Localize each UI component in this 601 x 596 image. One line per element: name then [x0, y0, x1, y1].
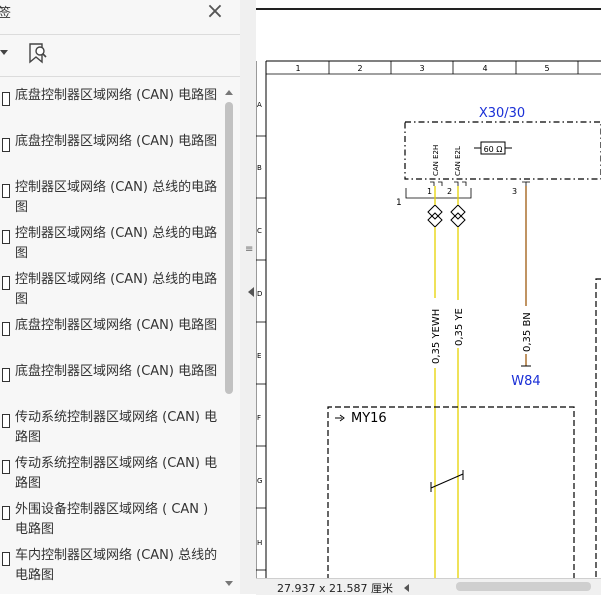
scroll-up-icon[interactable] — [225, 90, 233, 95]
close-icon[interactable]: × — [204, 1, 226, 24]
column-label: 1 — [295, 64, 300, 73]
bookmark-item[interactable]: 底盘控制器区域网络 (CAN) 电路图 — [0, 86, 222, 132]
bookmark-item[interactable]: 控制器区域网络 (CAN) 总线的电路图 — [0, 224, 222, 270]
bookmark-label: 控制器区域网络 (CAN) 总线的电路图 — [15, 272, 218, 307]
bookmark-item[interactable]: 底盘控制器区域网络 (CAN) 电路图 — [0, 132, 222, 178]
bookmark-item[interactable]: 底盘控制器区域网络 (CAN) 电路图 — [0, 362, 222, 408]
status-bar: 27.937 x 21.587 厘米 — [256, 578, 601, 595]
bookmark-icon — [2, 460, 10, 474]
row-label: H — [257, 539, 262, 547]
column-label: 3 — [419, 64, 424, 73]
scroll-left-icon[interactable] — [404, 584, 409, 592]
bookmarks-panel: 签 × 底盘控制器区域网络 (CAN) 电路图底盘控制器区域网络 (CAN) 电… — [0, 0, 241, 594]
resistor-label: 60 Ω — [484, 145, 503, 154]
panel-title: 签 — [0, 2, 11, 21]
pin-label: CAN E2H — [432, 145, 440, 176]
bookmark-label: 控制器区域网络 (CAN) 总线的电路图 — [15, 226, 218, 261]
bookmark-icon — [2, 276, 10, 290]
pin-number: 2 — [447, 187, 452, 196]
wire-label: 0,35 YE — [454, 308, 465, 346]
bookmark-icon — [2, 184, 10, 198]
row-label: D — [257, 290, 262, 298]
bookmark-scrollbar[interactable] — [222, 86, 236, 590]
row-label: C — [257, 227, 262, 235]
bookmark-icon — [2, 506, 10, 520]
bookmark-label: 底盘控制器区域网络 (CAN) 电路图 — [15, 134, 218, 149]
scroll-down-icon[interactable] — [225, 581, 233, 586]
column-label: 2 — [357, 64, 362, 73]
bookmark-icon — [2, 552, 10, 566]
row-label: F — [257, 414, 261, 422]
pin-label: CAN E2L — [454, 146, 462, 176]
divider — [0, 76, 240, 77]
module-label: MY16 — [351, 411, 387, 426]
pin-number: 1 — [427, 187, 432, 196]
bookmark-icon — [2, 368, 10, 382]
bookmark-icon — [2, 138, 10, 152]
divider — [0, 34, 240, 35]
pin-number: 3 — [512, 187, 517, 196]
bookmark-label: 外围设备控制器区域网络 ( CAN ) 电路图 — [15, 502, 209, 537]
bookmark-list: 底盘控制器区域网络 (CAN) 电路图 底盘控制器区域网络 (CAN) 电路图控制… — [0, 86, 222, 592]
bookmark-icon — [2, 414, 10, 428]
bookmark-icon — [2, 322, 10, 336]
row-label: G — [257, 477, 262, 485]
bookmark-label: 车内控制器区域网络 (CAN) 总线的电路图 — [15, 548, 218, 583]
connector-label: X30/30 — [479, 106, 525, 121]
bookmark-label: 传动系统控制器区域网络 (CAN) 电路图 — [15, 456, 218, 491]
document-view[interactable]: 1 2 3 4 5 A B C D E F G H X30/30 60 Ω CA… — [256, 0, 601, 580]
row-label: E — [257, 352, 261, 360]
bookmark-label: 底盘控制器区域网络 (CAN) 电路图 — [15, 318, 218, 333]
scrollbar-thumb[interactable] — [225, 102, 233, 394]
ground-label: W84 — [511, 374, 540, 389]
column-label: 5 — [544, 64, 549, 73]
wiring-diagram: 1 2 3 4 5 A B C D E F G H X30/30 60 Ω CA… — [256, 8, 601, 580]
column-label: 4 — [482, 64, 487, 73]
find-bookmark-icon[interactable] — [27, 42, 49, 66]
collapse-panel-icon[interactable] — [248, 287, 254, 297]
bookmark-label: 控制器区域网络 (CAN) 总线的电路图 — [15, 180, 218, 215]
options-dropdown-icon[interactable] — [0, 50, 8, 55]
bookmark-item[interactable]: 传动系统控制器区域网络 (CAN) 电路图 — [0, 454, 222, 500]
bookmark-item[interactable]: 控制器区域网络 (CAN) 总线的电路图 — [0, 270, 222, 316]
row-label: A — [257, 101, 262, 109]
bookmark-icon — [2, 92, 10, 106]
bookmark-item[interactable]: 外围设备控制器区域网络 ( CAN ) 电路图 — [0, 500, 222, 546]
bookmark-label: 传动系统控制器区域网络 (CAN) 电路图 — [15, 410, 218, 445]
bus-number: 1 — [396, 198, 402, 208]
bookmark-label: 底盘控制器区域网络 (CAN) 电路图 — [15, 364, 218, 379]
bookmark-item[interactable]: 底盘控制器区域网络 (CAN) 电路图 — [0, 316, 222, 362]
wire-label: 0,35 YEWH — [431, 309, 442, 364]
row-label: B — [257, 164, 262, 172]
bookmark-item[interactable]: 控制器区域网络 (CAN) 总线的电路图 — [0, 178, 222, 224]
panel-splitter[interactable]: ≡ — [240, 0, 256, 594]
bookmark-item[interactable]: 车内控制器区域网络 (CAN) 总线的电路图 — [0, 546, 222, 592]
horizontal-scrollbar-thumb[interactable] — [456, 582, 591, 591]
splitter-grip-icon[interactable]: ≡ — [245, 244, 253, 255]
wire-label: 0,35 BN — [522, 312, 533, 352]
bookmark-icon — [2, 230, 10, 244]
bookmark-label: 底盘控制器区域网络 (CAN) 电路图 — [15, 88, 218, 103]
bookmark-item[interactable]: 传动系统控制器区域网络 (CAN) 电路图 — [0, 408, 222, 454]
